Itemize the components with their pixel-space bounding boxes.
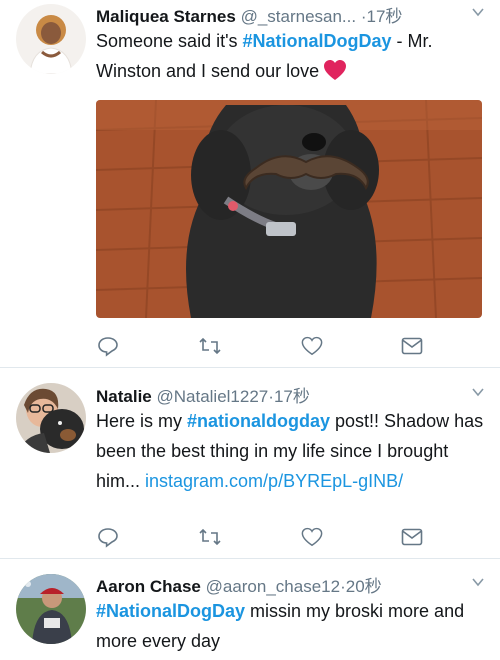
user-handle[interactable]: @_starnesan... (241, 7, 357, 26)
display-name[interactable]: Maliquea Starnes (96, 7, 236, 26)
reply-icon[interactable] (96, 525, 120, 549)
timestamp[interactable]: 17秒 (274, 387, 310, 406)
retweet-icon[interactable] (198, 525, 222, 549)
hashtag-link[interactable]: #NationalDogDay (243, 31, 392, 51)
chevron-down-icon[interactable] (470, 384, 486, 400)
tweet-image[interactable] (96, 100, 482, 318)
avatar[interactable] (16, 383, 86, 453)
user-handle[interactable]: @aaron_chase12 (206, 577, 340, 596)
tweet-actions (96, 525, 426, 549)
reply-icon[interactable] (96, 334, 120, 358)
tweet-header: Aaron Chase @aaron_chase12·20秒 (96, 572, 486, 598)
message-icon[interactable] (400, 334, 424, 358)
chevron-down-icon[interactable] (470, 4, 486, 20)
avatar[interactable] (16, 4, 86, 74)
tweet-header: Maliquea Starnes @_starnesan... ·17秒 (96, 2, 486, 28)
timestamp[interactable]: 17秒 (367, 7, 403, 26)
user-handle[interactable]: @Nataliel1227 (156, 387, 268, 406)
hashtag-link[interactable]: #NationalDogDay (96, 601, 245, 621)
tweet[interactable]: Aaron Chase @aaron_chase12·20秒 #National… (0, 560, 500, 660)
tweet-text: Someone said it's #NationalDogDay - Mr. … (96, 26, 486, 90)
tweet[interactable]: Natalie @Nataliel1227·17秒 Here is my #na… (0, 369, 500, 559)
chevron-down-icon[interactable] (470, 574, 486, 590)
display-name[interactable]: Aaron Chase (96, 577, 201, 596)
retweet-icon[interactable] (198, 334, 222, 358)
tweet[interactable]: Maliquea Starnes @_starnesan... ·17秒 Som… (0, 0, 500, 368)
hashtag-link[interactable]: #nationaldogday (187, 411, 330, 431)
display-name[interactable]: Natalie (96, 387, 152, 406)
like-icon[interactable] (300, 334, 324, 358)
heart-emoji (323, 59, 347, 90)
tweet-text-before: Here is my (96, 411, 188, 431)
tweet-text: Here is my #nationaldogday post!! Shadow… (96, 406, 486, 496)
message-icon[interactable] (400, 525, 424, 549)
like-icon[interactable] (300, 525, 324, 549)
tweet-text-before: Someone said it's (96, 31, 243, 51)
tweet-text: #NationalDogDay missin my broski more an… (96, 596, 486, 656)
tweet-actions (96, 334, 426, 358)
timestamp[interactable]: 20秒 (346, 577, 382, 596)
tweet-header: Natalie @Nataliel1227·17秒 (96, 382, 486, 408)
url-link[interactable]: instagram.com/p/BYREpL-gINB/ (145, 471, 403, 491)
avatar[interactable] (16, 574, 86, 644)
